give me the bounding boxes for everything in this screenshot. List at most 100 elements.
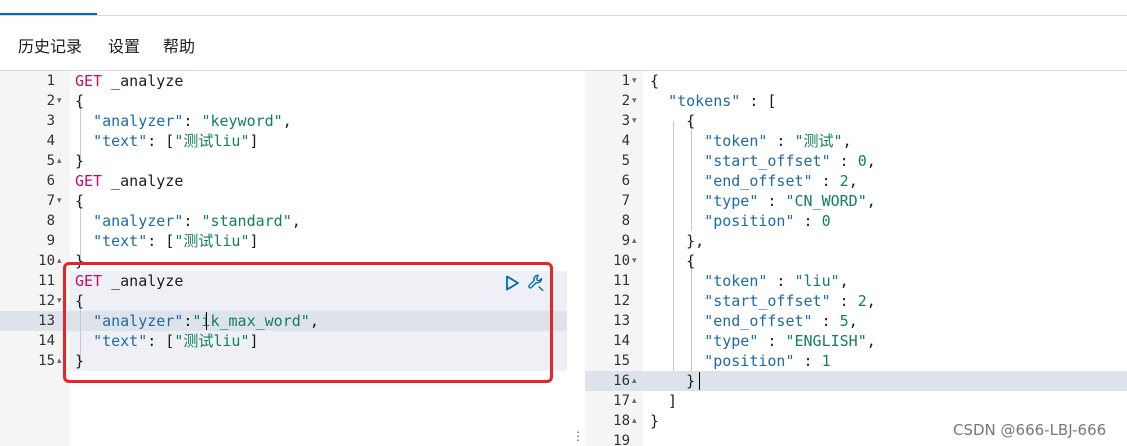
code-line[interactable]: 14 "type" : "ENGLISH",: [585, 331, 1127, 351]
code-token: 2: [839, 172, 849, 190]
code-line[interactable]: 8 "position" : 0: [585, 211, 1127, 231]
code-text: "token" : "liu",: [650, 271, 849, 291]
line-number: 17: [613, 393, 630, 409]
code-line[interactable]: 17 ▴ ]: [585, 391, 1127, 411]
fold-arrow-down-icon[interactable]: ▾: [632, 91, 637, 111]
code-token: "text": [93, 132, 148, 150]
code-line[interactable]: 9 "text": ["测试liu"]: [0, 231, 567, 251]
fold-arrow-up-icon[interactable]: ▴: [632, 371, 637, 391]
active-tab-indicator[interactable]: [0, 13, 97, 15]
code-token: "测试liu": [174, 232, 250, 250]
code-text: {: [650, 111, 695, 131]
code-line[interactable]: 4 "text": ["测试liu"]: [0, 131, 567, 151]
code-line[interactable]: 7 ▾ {: [0, 191, 567, 211]
request-editor[interactable]: 1 GET _analyze 2 ▾{3 "analyzer": "keyword",…: [0, 71, 567, 446]
code-line[interactable]: 4 "token" : "测试",: [585, 131, 1127, 151]
code-text: "start_offset" : 0,: [650, 151, 876, 171]
fold-arrow-up-icon[interactable]: ▴: [57, 151, 62, 171]
code-text: "text": ["测试liu"]: [75, 231, 259, 251]
code-line[interactable]: 9 ▴ },: [585, 231, 1127, 251]
line-number: 10: [38, 253, 55, 269]
code-token: :: [794, 212, 822, 230]
code-line[interactable]: 12 "start_offset" : 2,: [585, 291, 1127, 311]
fold-arrow-down-icon[interactable]: ▾: [632, 251, 637, 271]
code-token: }: [650, 372, 696, 390]
fold-arrow-up-icon[interactable]: ▴: [57, 351, 62, 371]
code-line[interactable]: 8 "analyzer": "standard",: [0, 211, 567, 231]
fold-arrow-up-icon[interactable]: ▴: [57, 251, 62, 271]
code-token: "type": [704, 332, 759, 350]
line-number: 14: [38, 333, 55, 349]
line-number: 13: [38, 313, 55, 329]
code-text: }: [650, 371, 695, 391]
code-line[interactable]: 2 ▾ {: [0, 91, 567, 111]
code-line[interactable]: 6 "end_offset" : 2,: [585, 171, 1127, 191]
code-token: "analyzer": [93, 112, 184, 130]
code-token: :: [830, 292, 858, 310]
code-text: {: [75, 191, 84, 211]
code-token: 0: [857, 152, 867, 170]
code-token: "liu": [794, 272, 840, 290]
response-viewer[interactable]: 1 ▾{2 ▾ "tokens" : [3 ▾ {4 "token" : "测试", 5…: [585, 71, 1127, 446]
code-line[interactable]: 10 ▾ {: [585, 251, 1127, 271]
code-text: "position" : 1: [650, 351, 831, 371]
code-line[interactable]: 16 ▴ }: [585, 371, 1127, 391]
fold-arrow-down-icon[interactable]: ▾: [57, 291, 62, 311]
line-number: 6: [46, 173, 55, 189]
vertical-dots-icon[interactable]: ⋮: [572, 430, 584, 442]
code-line[interactable]: 1 GET _analyze: [0, 71, 567, 91]
code-token: "测试liu": [174, 132, 250, 150]
fold-arrow-up-icon[interactable]: ▴: [632, 231, 637, 251]
code-line[interactable]: 5 ▴}: [0, 151, 567, 171]
line-number: 3: [621, 113, 630, 129]
code-line[interactable]: 13 "end_offset" : 5,: [585, 311, 1127, 331]
code-token: "CN_WORD": [785, 192, 867, 210]
fold-arrow-up-icon[interactable]: ▴: [632, 391, 637, 411]
code-token: ]: [249, 232, 259, 250]
code-token: :: [794, 352, 822, 370]
code-line[interactable]: 6 GET _analyze: [0, 171, 567, 191]
code-token: },: [650, 232, 705, 250]
code-text: ]: [650, 391, 677, 411]
menu-help[interactable]: 帮助: [163, 37, 195, 57]
code-token: : [: [740, 92, 777, 110]
code-token: {: [75, 92, 85, 110]
code-token: "analyzer": [93, 212, 184, 230]
code-token: {: [650, 112, 696, 130]
line-number: 3: [46, 113, 55, 129]
code-text: "end_offset" : 5,: [650, 311, 858, 331]
fold-arrow-down-icon[interactable]: ▾: [632, 111, 637, 131]
code-line[interactable]: 15 "position" : 1: [585, 351, 1127, 371]
code-text: GET _analyze: [75, 71, 183, 91]
fold-arrow-down-icon[interactable]: ▾: [57, 91, 62, 111]
code-token: :: [812, 172, 840, 190]
code-text: "analyzer": "keyword",: [75, 111, 292, 131]
code-text: "end_offset" : 2,: [650, 171, 858, 191]
code-token: ,: [866, 192, 876, 210]
code-token: 1: [821, 352, 831, 370]
code-line[interactable]: 7 "type" : "CN_WORD",: [585, 191, 1127, 211]
code-line[interactable]: 5 "start_offset" : 0,: [585, 151, 1127, 171]
code-token: _analyze: [102, 172, 184, 190]
menu-settings[interactable]: 设置: [108, 37, 140, 57]
fold-arrow-up-icon[interactable]: ▴: [632, 411, 637, 431]
fold-arrow-down-icon[interactable]: ▾: [632, 71, 637, 91]
code-line[interactable]: 1 ▾ {: [585, 71, 1127, 91]
code-line[interactable]: 3 "analyzer": "keyword",: [0, 111, 567, 131]
code-line[interactable]: 3 ▾ {: [585, 111, 1127, 131]
code-text: "position" : 0: [650, 211, 830, 231]
code-token: "token": [704, 132, 768, 150]
pane-divider[interactable]: [567, 71, 585, 446]
code-text: },: [650, 231, 704, 251]
code-line[interactable]: 11 "token" : "liu",: [585, 271, 1127, 291]
code-text: {: [650, 71, 659, 91]
code-line[interactable]: 2 ▾ "tokens" : [: [585, 91, 1127, 111]
code-token: ,: [291, 212, 301, 230]
fold-arrow-down-icon[interactable]: ▾: [57, 191, 62, 211]
code-token: {: [650, 72, 660, 90]
code-token: :: [183, 112, 202, 130]
menu-history[interactable]: 历史记录: [18, 37, 82, 57]
